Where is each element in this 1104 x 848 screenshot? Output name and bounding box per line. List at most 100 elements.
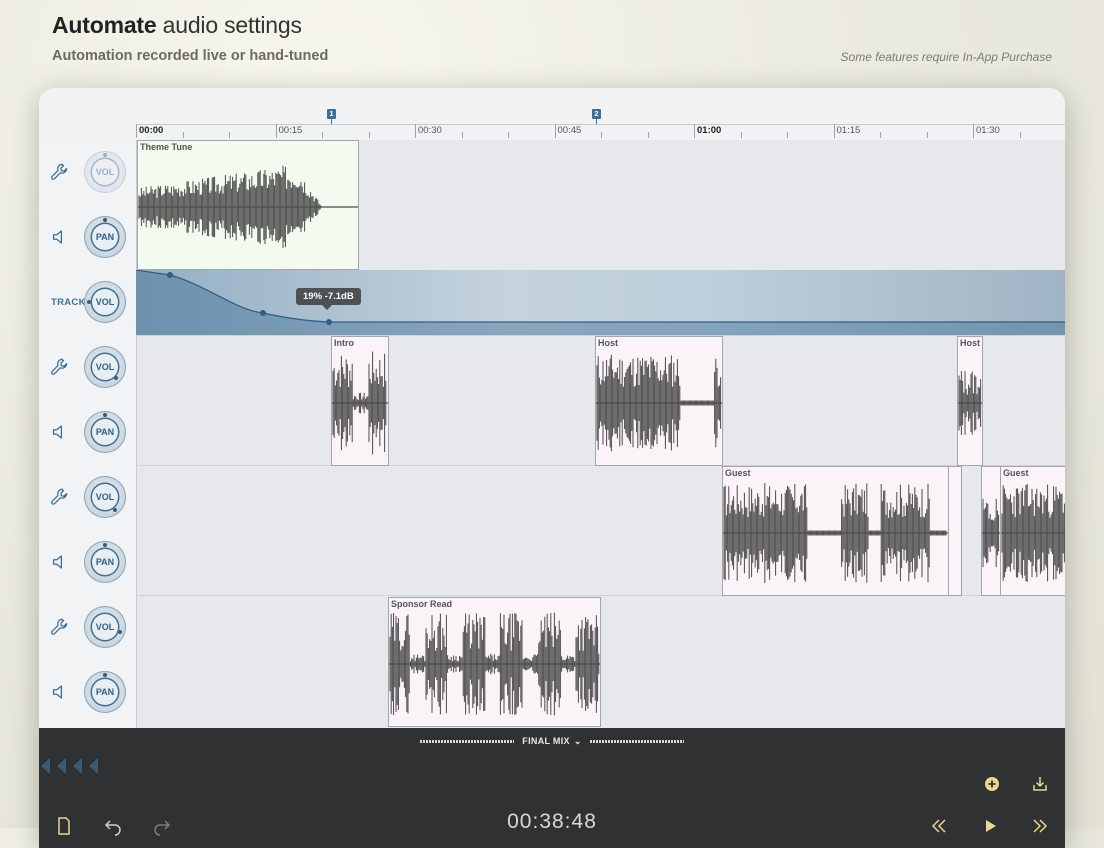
volume-knob[interactable]: VOL: [84, 606, 126, 648]
mix-selector[interactable]: FINAL MIX ⌄: [39, 736, 1065, 747]
automation-point[interactable]: [326, 319, 332, 325]
pan-knob[interactable]: PAN: [84, 216, 126, 258]
ruler-minor-tick: [322, 132, 323, 138]
timeline-ruler[interactable]: 00:00 00:15 00:30 00:45 01:00 01:15 01:30 1 2: [39, 88, 1065, 140]
clip-intro[interactable]: Intro: [331, 336, 389, 466]
knob-indicator: [113, 508, 117, 512]
chevron-left-icon: [89, 758, 98, 774]
knob-indicator: [103, 153, 107, 157]
track-4-fx-row: VOL: [39, 595, 136, 660]
promo-title-bold: Automate: [52, 12, 157, 38]
speaker-icon[interactable]: [49, 226, 71, 248]
knob-label: PAN: [92, 419, 118, 445]
knob-label: PAN: [92, 224, 118, 250]
promo-title-rest: audio settings: [156, 12, 302, 38]
ruler-minor-tick: [926, 132, 928, 138]
ruler-tick-label: 00:15: [278, 125, 303, 136]
promo-title: Automate audio settings: [52, 12, 302, 39]
knob-label: PAN: [92, 679, 118, 705]
track-label: TRACK: [51, 297, 86, 308]
ruler-tick-label: 00:00: [139, 125, 164, 136]
wrench-icon[interactable]: [49, 486, 71, 508]
speaker-icon[interactable]: [49, 551, 71, 573]
mix-dash-left: [420, 740, 515, 744]
ruler-minor-tick: [880, 132, 881, 138]
ruler-minor-tick: [508, 132, 509, 138]
track-3-fx-row: VOL: [39, 465, 136, 530]
device-screen: 00:00 00:15 00:30 00:45 01:00 01:15 01:30 1 2 …: [39, 88, 1065, 848]
wrench-icon[interactable]: [49, 356, 71, 378]
knob-label: VOL: [92, 484, 118, 510]
promo-subtitle: Automation recorded live or hand-tuned: [52, 48, 329, 64]
knob-indicator: [103, 673, 107, 677]
ruler-minor-tick: [787, 132, 788, 138]
track-3-pan-row: PAN: [39, 530, 136, 595]
knob-label: VOL: [92, 289, 118, 315]
clip-label: Guest: [1003, 468, 1029, 478]
marker-1[interactable]: 1: [327, 109, 336, 119]
clip-guest-fragment[interactable]: [948, 466, 962, 596]
pan-knob[interactable]: PAN: [84, 411, 126, 453]
ruler-minor-tick: [740, 132, 742, 138]
clip-guest-2[interactable]: Guest: [1000, 466, 1065, 596]
knob-label: VOL: [92, 614, 118, 640]
clip-host[interactable]: Host: [595, 336, 723, 466]
pan-knob[interactable]: PAN: [84, 671, 126, 713]
volume-automation-lane[interactable]: [136, 270, 1065, 335]
automation-point[interactable]: [167, 272, 173, 278]
wrench-icon[interactable]: [49, 616, 71, 638]
speaker-icon[interactable]: [49, 681, 71, 703]
track-1-fx-row: VOL: [39, 140, 136, 205]
clip-host-2[interactable]: Host: [957, 336, 983, 466]
marker-2-line: [596, 119, 597, 124]
scroll-chevrons[interactable]: [41, 758, 105, 774]
chevron-down-icon: ⌄: [573, 736, 582, 746]
automation-value-tooltip: 19% -7.1dB: [296, 288, 361, 310]
knob-label: PAN: [92, 549, 118, 575]
pan-knob[interactable]: PAN: [84, 541, 126, 583]
knob-indicator: [87, 300, 91, 304]
play-icon[interactable]: [980, 816, 1000, 836]
ruler-tick-label: 01:00: [697, 125, 722, 136]
track-2-fx-row: VOL: [39, 335, 136, 400]
clip-label: Intro: [334, 338, 354, 348]
knob-indicator: [114, 376, 118, 380]
knob-label: VOL: [92, 159, 118, 185]
knob-indicator: [103, 543, 107, 547]
clip-label: Guest: [725, 468, 751, 478]
clip-label: Theme Tune: [140, 142, 193, 152]
track-automation-row: TRACK VOL: [39, 270, 136, 335]
ruler-minor-tick: [461, 132, 463, 138]
clip-label: Host: [598, 338, 618, 348]
clip-sponsor-read[interactable]: Sponsor Read: [388, 597, 601, 727]
track-volume-knob[interactable]: VOL: [84, 281, 126, 323]
track-controls-column: VOL PAN TRACK VOL VOL PAN VOL PAN VOL PA…: [39, 140, 137, 728]
ruler-minor-tick: [229, 132, 230, 138]
fast-forward-icon[interactable]: [1030, 816, 1050, 836]
track-4-pan-row: PAN: [39, 660, 136, 725]
knob-indicator: [118, 630, 122, 634]
clip-label: Sponsor Read: [391, 599, 453, 609]
chevron-left-icon: [73, 758, 82, 774]
automation-point[interactable]: [260, 310, 266, 316]
clip-theme-tune[interactable]: Theme Tune: [137, 140, 359, 270]
export-icon[interactable]: [1030, 774, 1050, 794]
knob-indicator: [103, 218, 107, 222]
knob-indicator: [103, 413, 107, 417]
mix-dash-right: [589, 740, 684, 744]
add-icon[interactable]: [982, 774, 1002, 794]
mix-label: FINAL MIX: [522, 736, 570, 746]
volume-knob[interactable]: VOL: [84, 346, 126, 388]
promo-note: Some features require In-App Purchase: [840, 50, 1052, 64]
marker-1-line: [331, 119, 332, 124]
knob-label: VOL: [92, 354, 118, 380]
volume-knob[interactable]: VOL: [84, 151, 126, 193]
clip-guest-fragment-2[interactable]: [981, 466, 1001, 596]
speaker-icon[interactable]: [49, 421, 71, 443]
clip-guest[interactable]: Guest: [722, 466, 949, 596]
wrench-icon[interactable]: [49, 161, 71, 183]
rewind-icon[interactable]: [929, 816, 949, 836]
marker-2[interactable]: 2: [592, 109, 601, 119]
track-lanes[interactable]: 19% -7.1dB Theme Tune Intro Host Host Gu…: [136, 140, 1065, 728]
volume-knob[interactable]: VOL: [84, 476, 126, 518]
